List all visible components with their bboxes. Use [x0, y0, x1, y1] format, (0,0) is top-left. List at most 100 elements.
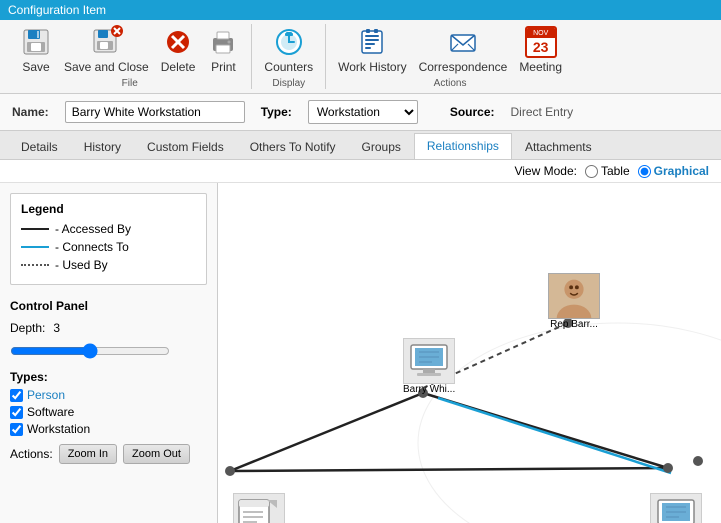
control-panel: Control Panel Depth: 3 Types: Person Sof…	[10, 295, 207, 464]
rep-barr-label: Rep Barr...	[550, 319, 598, 330]
accessed-by-label: - Accessed By	[55, 222, 131, 236]
table-label: Table	[601, 164, 630, 178]
tab-attachments[interactable]: Attachments	[512, 134, 605, 159]
graphical-label: Graphical	[654, 164, 709, 178]
depth-value: 3	[53, 321, 60, 335]
graphical-radio[interactable]	[638, 165, 651, 178]
meeting-button[interactable]: NOV 23 Meeting	[515, 24, 566, 76]
source-value: Direct Entry	[511, 105, 574, 119]
source-label-text: Source:	[450, 105, 495, 119]
legend-used-by: - Used By	[21, 258, 196, 272]
rep-barr-img	[548, 273, 600, 319]
type-select-wrap: Workstation Person Software	[308, 100, 418, 124]
node-rep-barr[interactable]: Rep Barr...	[548, 273, 600, 330]
type-label: Type:	[261, 105, 292, 119]
name-label: Name:	[12, 105, 49, 119]
meeting-icon: NOV 23	[525, 26, 557, 58]
display-group-label: Display	[272, 78, 305, 89]
type-software-check[interactable]: Software	[10, 405, 207, 419]
barry-whi-img	[403, 338, 455, 384]
delete-icon	[162, 26, 194, 58]
depth-row: Depth: 3	[10, 321, 207, 335]
tab-history[interactable]: History	[71, 134, 134, 159]
connects-to-label: - Connects To	[55, 240, 129, 254]
actions-group-label: Actions	[434, 78, 467, 89]
save-close-label: Save and Close	[64, 60, 149, 74]
software-label: Software	[27, 405, 74, 419]
content-area: Legend - Accessed By - Connects To - Use…	[0, 183, 721, 523]
delete-button[interactable]: Delete	[157, 24, 200, 76]
steve-joh-img	[650, 493, 702, 523]
zoom-in-button[interactable]: Zoom In	[59, 444, 117, 464]
used-by-label: - Used By	[55, 258, 108, 272]
legend-connects-to: - Connects To	[21, 240, 196, 254]
title-bar-label: Configuration Item	[8, 3, 106, 17]
print-icon	[207, 26, 239, 58]
file-group-label: File	[122, 78, 138, 89]
save-icon	[20, 26, 52, 58]
types-label: Types:	[10, 370, 207, 384]
ribbon-group-actions: Work History Correspondence NOV	[326, 24, 574, 89]
node-email-soft[interactable]: Email Soft...	[232, 493, 286, 523]
email-soft-img	[233, 493, 285, 523]
delete-label: Delete	[161, 60, 196, 74]
node-barry-whi[interactable]: Barry Whi...	[403, 338, 455, 395]
save-button[interactable]: Save	[16, 24, 56, 76]
type-workstation-check[interactable]: Workstation	[10, 422, 207, 436]
software-checkbox[interactable]	[10, 406, 23, 419]
tab-details[interactable]: Details	[8, 134, 71, 159]
display-buttons: Counters	[260, 24, 317, 76]
view-mode-label: View Mode:	[514, 164, 576, 178]
depth-label: Depth:	[10, 321, 45, 335]
correspondence-icon	[447, 26, 479, 58]
counters-icon	[273, 26, 305, 58]
save-label: Save	[22, 60, 49, 74]
cal-day: 23	[527, 38, 555, 56]
title-bar: Configuration Item	[0, 0, 721, 20]
table-radio-label[interactable]: Table	[585, 164, 630, 178]
type-person-check[interactable]: Person	[10, 388, 207, 402]
solid-line	[21, 228, 49, 230]
ribbon: Save Save and Close	[0, 20, 721, 94]
node-steve-joh[interactable]: Steve Joh...	[650, 493, 703, 523]
work-history-button[interactable]: Work History	[334, 24, 410, 76]
name-input[interactable]	[65, 101, 245, 123]
meeting-label: Meeting	[519, 60, 562, 74]
table-radio[interactable]	[585, 165, 598, 178]
graphical-radio-label[interactable]: Graphical	[638, 164, 709, 178]
tab-relationships[interactable]: Relationships	[414, 133, 512, 159]
actions-label: Actions:	[10, 447, 53, 461]
depth-slider[interactable]	[10, 343, 170, 359]
tab-others-to-notify[interactable]: Others To Notify	[237, 134, 349, 159]
work-history-label: Work History	[338, 60, 406, 74]
counters-button[interactable]: Counters	[260, 24, 317, 76]
graph-svg	[218, 183, 721, 523]
actions-buttons: Work History Correspondence NOV	[334, 24, 566, 76]
print-button[interactable]: Print	[203, 24, 243, 76]
person-checkbox[interactable]	[10, 389, 23, 402]
work-history-icon	[356, 26, 388, 58]
workstation-checkbox[interactable]	[10, 423, 23, 436]
tab-groups[interactable]: Groups	[349, 134, 414, 159]
correspondence-label: Correspondence	[419, 60, 508, 74]
zoom-out-button[interactable]: Zoom Out	[123, 444, 190, 464]
file-buttons: Save Save and Close	[16, 24, 243, 76]
depth-slider-wrap	[10, 343, 207, 362]
blue-line	[21, 246, 49, 248]
dotted-line	[21, 264, 49, 266]
tab-custom-fields[interactable]: Custom Fields	[134, 134, 237, 159]
actions-section: Actions: Zoom In Zoom Out	[10, 444, 207, 464]
left-panel: Legend - Accessed By - Connects To - Use…	[0, 183, 218, 523]
legend-title: Legend	[21, 202, 196, 216]
type-select[interactable]: Workstation Person Software	[308, 100, 418, 124]
legend-box: Legend - Accessed By - Connects To - Use…	[10, 193, 207, 285]
counters-label: Counters	[264, 60, 313, 74]
save-close-button[interactable]: Save and Close	[60, 24, 153, 76]
control-panel-title: Control Panel	[10, 299, 207, 313]
save-close-icon	[90, 26, 122, 58]
legend-accessed-by: - Accessed By	[21, 222, 196, 236]
name-bar: Name: Type: Workstation Person Software …	[0, 94, 721, 131]
tabs-bar: Details History Custom Fields Others To …	[0, 131, 721, 160]
view-mode-bar: View Mode: Table Graphical	[0, 160, 721, 183]
correspondence-button[interactable]: Correspondence	[415, 24, 512, 76]
